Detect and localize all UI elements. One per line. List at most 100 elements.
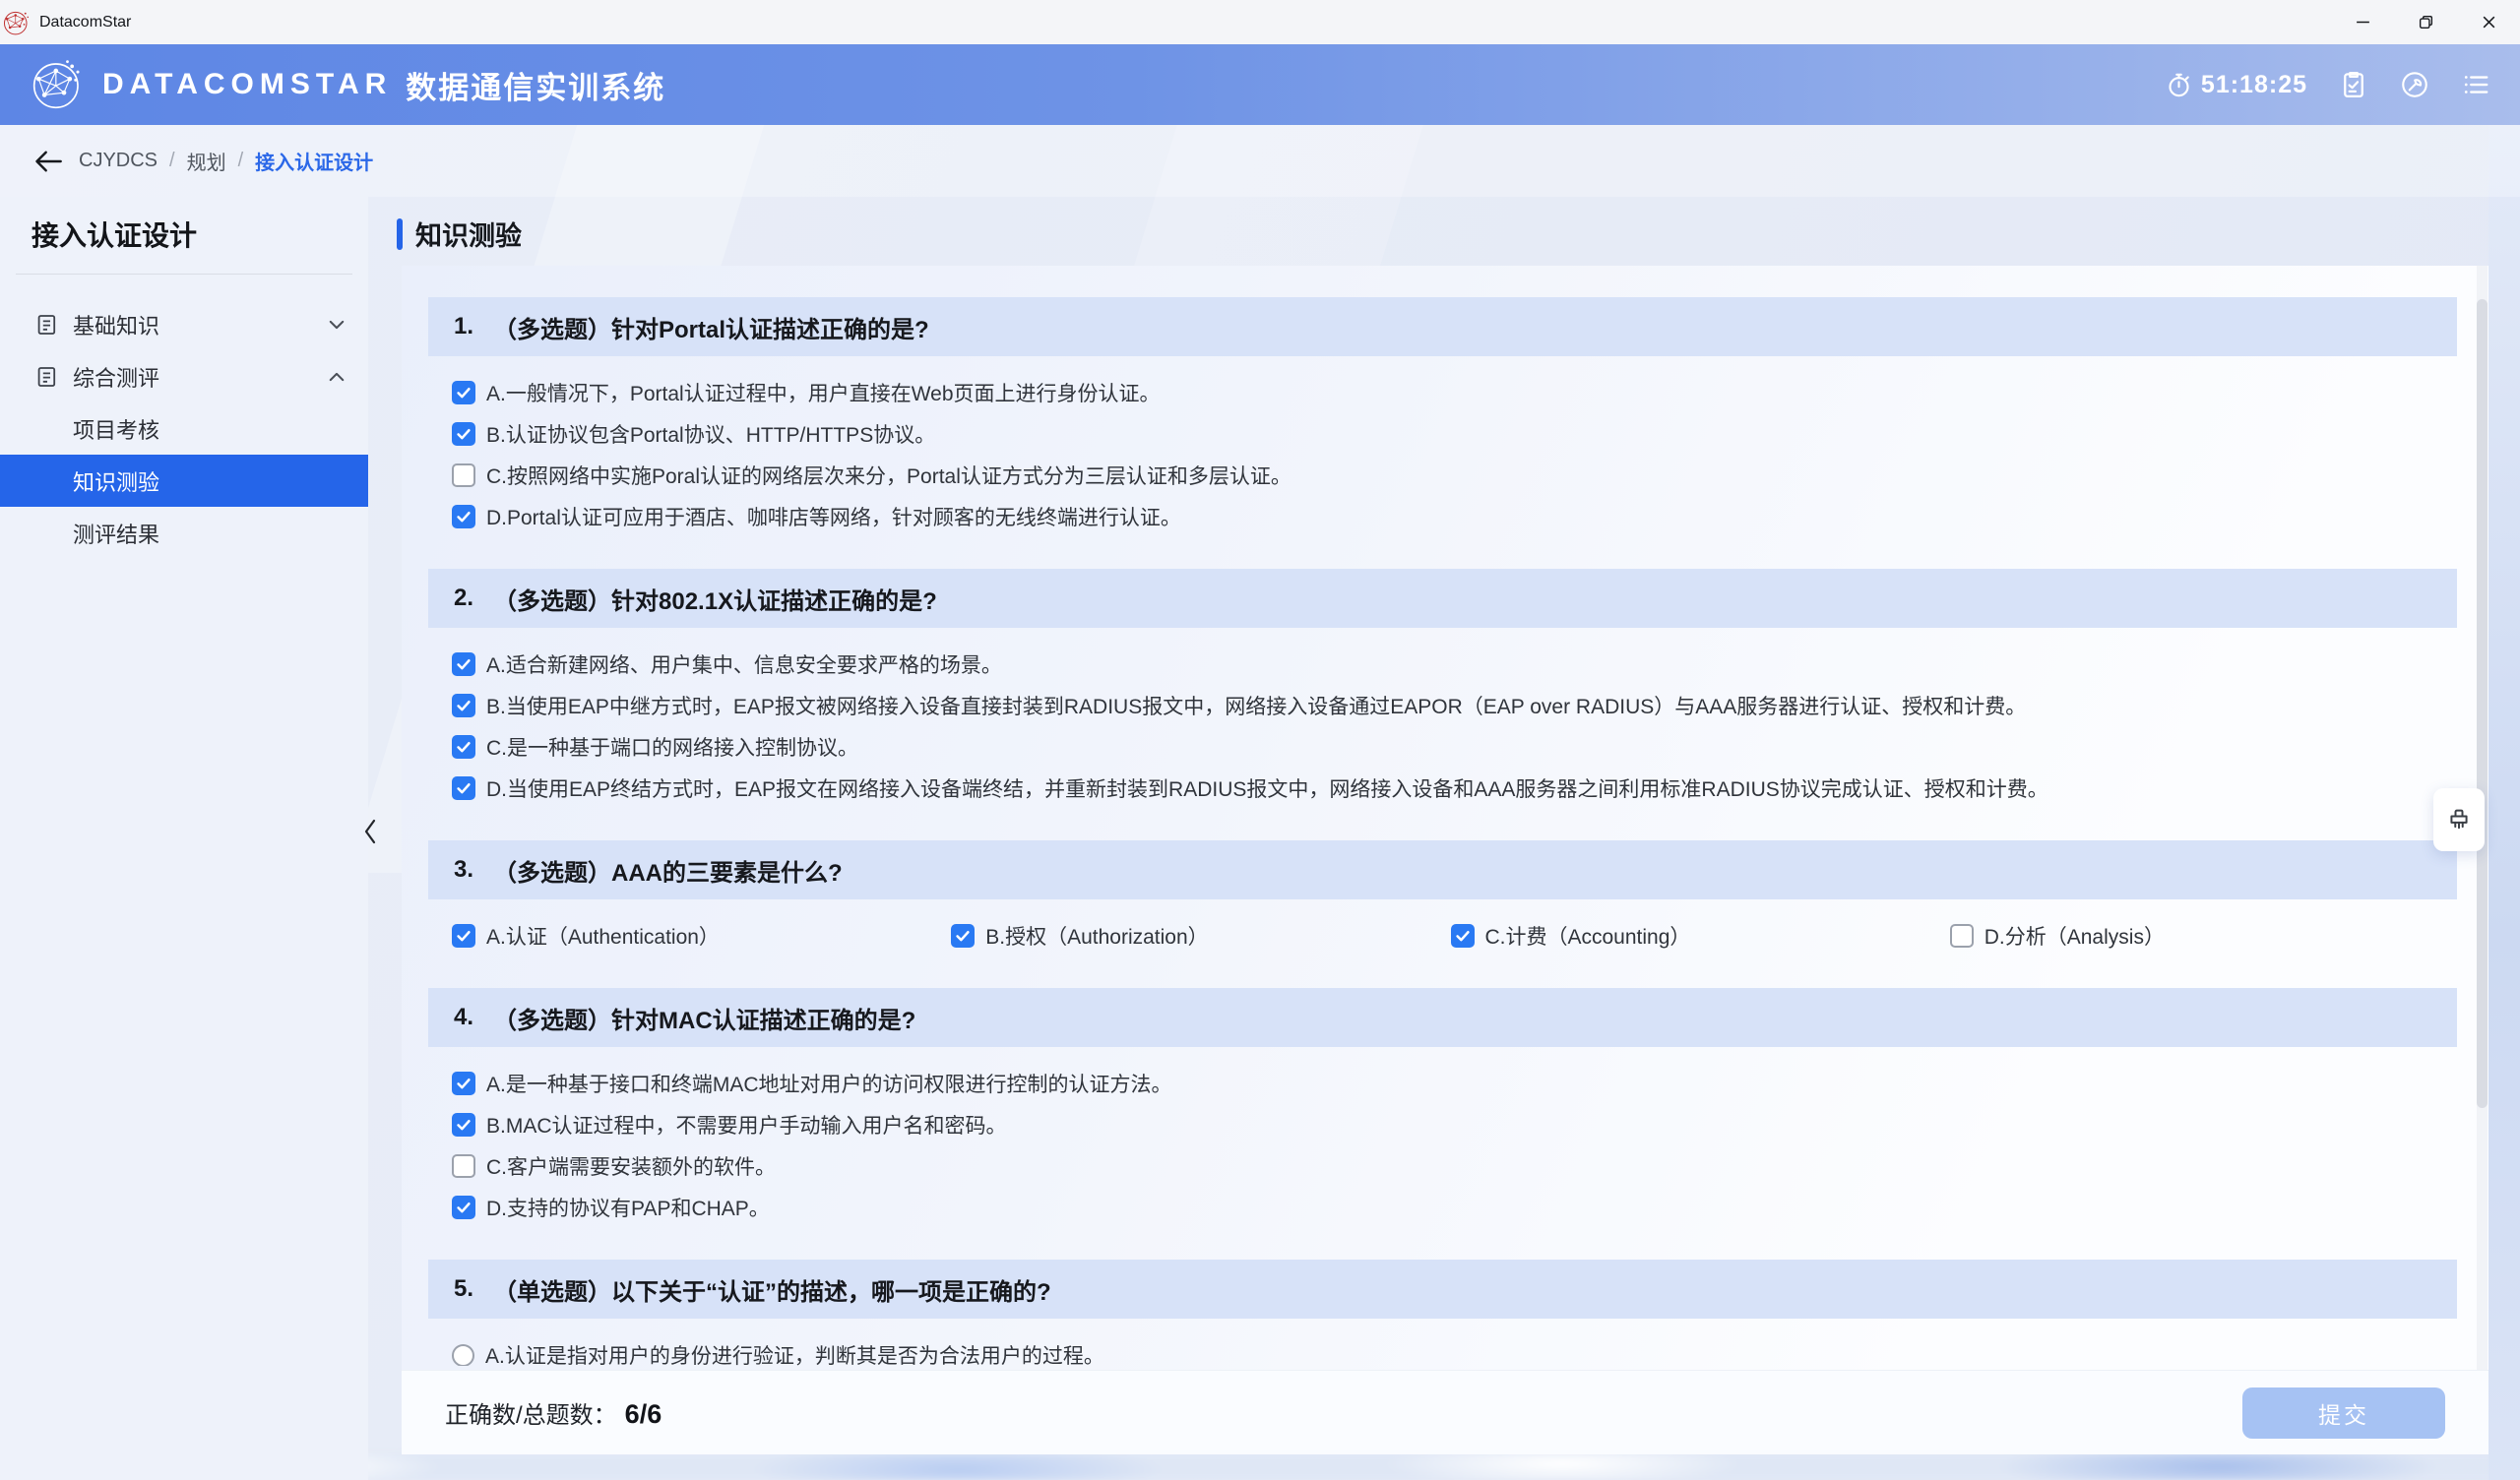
option-row[interactable]: A.适合新建网络、用户集中、信息安全要求严格的场景。 (452, 651, 2449, 677)
checkbox-checked[interactable] (452, 1072, 475, 1095)
checkbox-checked[interactable] (452, 652, 475, 676)
question-list: 1. （多选题）针对Portal认证描述正确的是? A.一般情况下，Portal认证… (402, 297, 2488, 1366)
option-row[interactable]: C.计费（Accounting） (1451, 923, 1950, 949)
window-controls (2331, 0, 2520, 44)
checkbox-checked[interactable] (452, 1113, 475, 1137)
sidebar-item-label: 综合测评 (73, 361, 159, 393)
submit-button[interactable]: 提交 (2242, 1388, 2445, 1439)
question-number: 1. (454, 313, 473, 340)
restore-button[interactable] (2394, 0, 2457, 44)
checkbox-checked[interactable] (452, 505, 475, 528)
report-icon[interactable] (2339, 70, 2368, 99)
sidebar-item-project-exam[interactable]: 项目考核 (0, 402, 368, 455)
option-label: B.认证协议包含Portal协议、HTTP/HTTPS协议。 (486, 419, 935, 449)
os-titlebar: DatacomStar (0, 0, 2520, 44)
breadcrumb-item-current: 接入认证设计 (255, 147, 373, 175)
option-label: B.MAC认证过程中，不需要用户手动输入用户名和密码。 (486, 1110, 1007, 1140)
checkbox-checked[interactable] (1451, 924, 1475, 948)
sidebar-item-knowledge-quiz[interactable]: 知识测验 (0, 455, 368, 507)
option-label: D.Portal认证可应用于酒店、咖啡店等网络，针对顾客的无线终端进行认证。 (486, 502, 1181, 531)
menu-list-icon[interactable] (2461, 70, 2490, 99)
option-row[interactable]: D.当使用EAP终结方式时，EAP报文在网络接入设备端终结，并重新封装到RADI… (452, 775, 2449, 801)
app-logo-icon (2, 8, 32, 37)
breadcrumb-item-planning[interactable]: 规划 (187, 147, 226, 175)
option-row[interactable]: B.MAC认证过程中，不需要用户手动输入用户名和密码。 (452, 1112, 2449, 1138)
window-title: DatacomStar (39, 14, 131, 31)
minimize-button[interactable] (2331, 0, 2394, 44)
scrollbar-thumb[interactable] (2477, 299, 2488, 1108)
timer-value: 51:18:25 (2201, 71, 2307, 99)
option-group: A.适合新建网络、用户集中、信息安全要求严格的场景。 B.当使用EAP中继方式时，… (452, 651, 2449, 801)
checkbox-unchecked[interactable] (1950, 924, 1974, 948)
question-number: 5. (454, 1275, 473, 1303)
option-row[interactable]: D.Portal认证可应用于酒店、咖啡店等网络，针对顾客的无线终端进行认证。 (452, 504, 2449, 529)
option-row[interactable]: A.是一种基于接口和终端MAC地址对用户的访问权限进行控制的认证方法。 (452, 1071, 2449, 1096)
option-label: C.按照网络中实施Poral认证的网络层次来分，Portal认证方式分为三层认证… (486, 461, 1292, 490)
option-label: A.是一种基于接口和终端MAC地址对用户的访问权限进行控制的认证方法。 (486, 1069, 1172, 1098)
tools-icon[interactable] (2400, 70, 2429, 99)
checkbox-checked[interactable] (452, 381, 475, 404)
checkbox-unchecked[interactable] (452, 463, 475, 487)
question-header: 5.（单选题）以下关于“认证”的描述，哪一项是正确的? (428, 1260, 2457, 1319)
option-row[interactable]: D.分析（Analysis） (1950, 923, 2449, 949)
document-icon (35, 313, 59, 337)
question-number: 4. (454, 1004, 473, 1031)
clean-tool-button[interactable] (2433, 788, 2485, 851)
checkbox-checked[interactable] (452, 422, 475, 446)
accent-bar (397, 218, 403, 250)
question-header: 1. （多选题）针对Portal认证描述正确的是? (428, 297, 2457, 356)
option-row[interactable]: C.是一种基于端口的网络接入控制协议。 (452, 734, 2449, 760)
question-header: 2.（多选题）针对802.1X认证描述正确的是? (428, 569, 2457, 628)
option-row[interactable]: A.一般情况下，Portal认证过程中，用户直接在Web页面上进行身份认证。 (452, 380, 2449, 405)
breadcrumb-item-root[interactable]: CJYDCS (79, 150, 158, 172)
question-text: （多选题）针对Portal认证描述正确的是? (493, 310, 929, 344)
question-3: 3.（多选题）AAA的三要素是什么?A.认证（Authentication）B.… (402, 840, 2488, 949)
breadcrumb-separator: / (238, 150, 244, 172)
option-label: A.认证是指对用户的身份进行验证，判断其是否为合法用户的过程。 (485, 1342, 1104, 1366)
quiz-footer: 正确数/总题数： 6/6 提交 (402, 1370, 2488, 1454)
option-row[interactable]: A.认证（Authentication） (452, 923, 951, 949)
checkbox-checked[interactable] (452, 776, 475, 800)
sidebar-collapse-handle[interactable] (360, 817, 380, 846)
question-text: （多选题）针对802.1X认证描述正确的是? (493, 582, 937, 616)
option-row[interactable]: D.支持的协议有PAP和CHAP。 (452, 1195, 2449, 1220)
checkbox-checked[interactable] (452, 924, 475, 948)
option-label: D.支持的协议有PAP和CHAP。 (486, 1193, 770, 1222)
option-row[interactable]: A.认证是指对用户的身份进行验证，判断其是否为合法用户的过程。 (452, 1342, 2449, 1366)
option-label: C.是一种基于端口的网络接入控制协议。 (486, 732, 858, 762)
sidebar-item-label: 知识测验 (73, 465, 159, 497)
sidebar-item-assessment[interactable]: 综合测评 (0, 350, 368, 402)
checkbox-checked[interactable] (951, 924, 975, 948)
radio-unchecked[interactable] (452, 1344, 474, 1367)
header-actions: 51:18:25 (2166, 70, 2490, 99)
close-button[interactable] (2457, 0, 2520, 44)
option-row[interactable]: B.授权（Authorization） (951, 923, 1450, 949)
checkbox-checked[interactable] (452, 735, 475, 759)
option-label: C.计费（Accounting） (1485, 921, 1691, 951)
checkbox-checked[interactable] (452, 1196, 475, 1219)
section-header: 知识测验 (397, 215, 522, 253)
checkbox-unchecked[interactable] (452, 1154, 475, 1178)
question-header: 4.（多选题）针对MAC认证描述正确的是? (428, 988, 2457, 1047)
option-row[interactable]: B.当使用EAP中继方式时，EAP报文被网络接入设备直接封装到RADIUS报文中… (452, 693, 2449, 718)
option-label: A.认证（Authentication） (486, 921, 720, 951)
score-value: 6/6 (625, 1399, 662, 1430)
sidebar-item-results[interactable]: 测评结果 (0, 507, 368, 559)
chevron-down-icon (327, 315, 346, 335)
sidebar-item-label: 测评结果 (73, 518, 159, 549)
option-row[interactable]: C.按照网络中实施Poral认证的网络层次来分，Portal认证方式分为三层认证… (452, 462, 2449, 488)
option-row[interactable]: B.认证协议包含Portal协议、HTTP/HTTPS协议。 (452, 421, 2449, 447)
back-arrow-icon[interactable] (33, 150, 63, 173)
question-text: （多选题）AAA的三要素是什么? (493, 853, 843, 888)
checkbox-checked[interactable] (452, 694, 475, 717)
option-row[interactable]: C.客户端需要安装额外的软件。 (452, 1153, 2449, 1179)
option-label: B.当使用EAP中继方式时，EAP报文被网络接入设备直接封装到RADIUS报文中… (486, 691, 2026, 720)
stopwatch-icon (2166, 72, 2192, 98)
chevron-left-icon (363, 819, 377, 844)
breadcrumb: CJYDCS / 规划 / 接入认证设计 (0, 125, 2520, 197)
option-group: A.是一种基于接口和终端MAC地址对用户的访问权限进行控制的认证方法。 B.MAC… (452, 1071, 2449, 1220)
sidebar-item-basics[interactable]: 基础知识 (0, 298, 368, 350)
sidebar-title: 接入认证设计 (0, 197, 368, 254)
option-label: D.当使用EAP终结方式时，EAP报文在网络接入设备端终结，并重新封装到RADI… (486, 773, 2048, 803)
option-group: A.认证（Authentication） B.授权（Authorization） C… (452, 923, 2449, 949)
